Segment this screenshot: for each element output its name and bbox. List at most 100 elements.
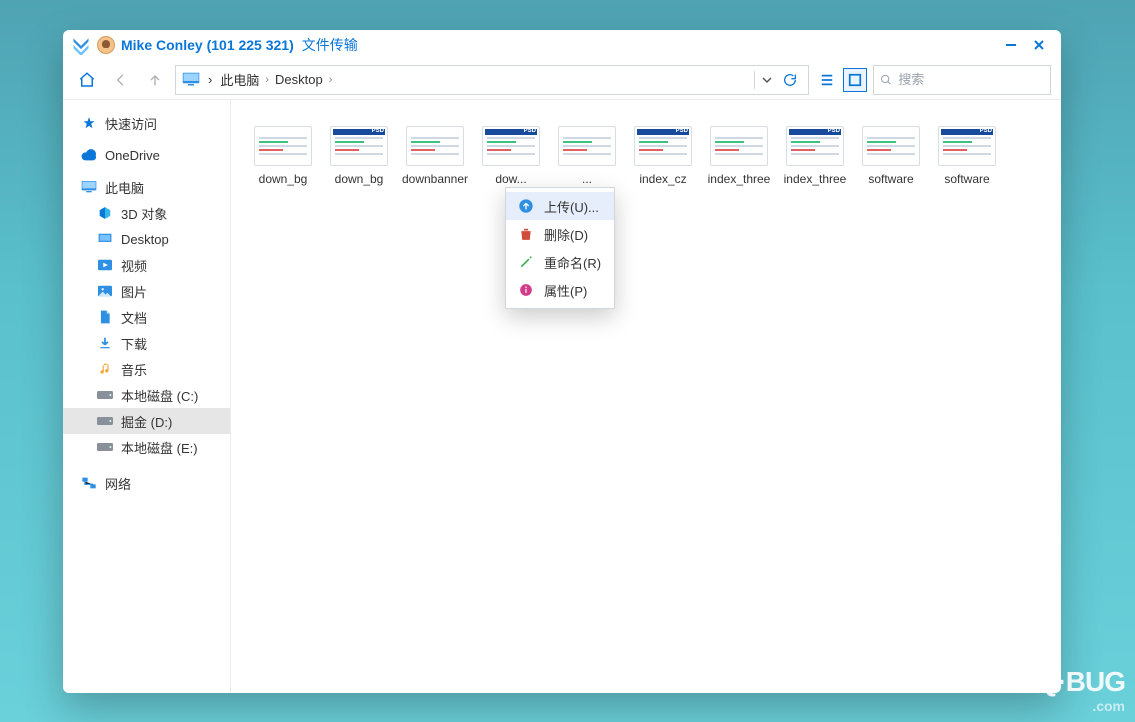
file-name: index_three xyxy=(784,172,847,186)
file-name: index_three xyxy=(708,172,771,186)
psd-badge: PSD xyxy=(828,128,840,134)
view-buttons xyxy=(815,68,867,92)
sidebar-item-drive-c[interactable]: 本地磁盘 (C:) xyxy=(63,382,230,408)
sidebar-item-label: 本地磁盘 (E:) xyxy=(121,438,198,457)
file-name: dow... xyxy=(495,172,526,186)
sidebar-item-downloads[interactable]: 下载 xyxy=(63,330,230,356)
sidebar-item-music[interactable]: 音乐 xyxy=(63,356,230,382)
watermark-sub: .com xyxy=(1037,698,1125,714)
file-item[interactable]: ... xyxy=(549,126,625,186)
file-thumbnail: PSD xyxy=(330,126,388,166)
context-menu-rename[interactable]: 重命名(R) xyxy=(506,248,614,276)
sidebar-item-pictures[interactable]: 图片 xyxy=(63,278,230,304)
info-icon xyxy=(518,282,534,298)
trash-icon xyxy=(518,226,534,242)
file-item[interactable]: PSD software xyxy=(929,126,1005,186)
file-thumbnail: PSD xyxy=(482,126,540,166)
drive-icon xyxy=(97,413,113,429)
chevron-right-icon: › xyxy=(329,74,333,86)
app-window: Mike Conley (101 225 321) 文件传输 › 此电脑 › D… xyxy=(63,30,1061,693)
psd-badge: PSD xyxy=(980,128,992,134)
picture-icon xyxy=(97,283,113,299)
context-menu-delete[interactable]: 删除(D) xyxy=(506,220,614,248)
up-button[interactable] xyxy=(141,66,169,94)
file-item[interactable]: PSD index_cz xyxy=(625,126,701,186)
sidebar-item-label: 掘金 (D:) xyxy=(121,412,172,431)
file-item[interactable]: software xyxy=(853,126,929,186)
sidebar-item-label: 此电脑 xyxy=(105,178,144,197)
sidebar-item-onedrive[interactable]: OneDrive xyxy=(63,142,230,168)
sidebar-item-desktop[interactable]: Desktop xyxy=(63,226,230,252)
file-item[interactable]: down_bg xyxy=(245,126,321,186)
file-thumbnail xyxy=(710,126,768,166)
file-name: down_bg xyxy=(259,172,308,186)
file-name: software xyxy=(944,172,989,186)
view-large-icons-button[interactable] xyxy=(843,68,867,92)
context-menu-label: 上传(U)... xyxy=(544,197,599,216)
sidebar-item-label: 视频 xyxy=(121,256,147,275)
file-item[interactable]: PSD index_three xyxy=(777,126,853,186)
file-thumbnail xyxy=(406,126,464,166)
sidebar-item-label: Desktop xyxy=(121,232,169,247)
context-menu-label: 属性(P) xyxy=(544,281,587,300)
pc-icon xyxy=(81,179,97,195)
close-button[interactable] xyxy=(1025,33,1053,57)
sidebar-item-label: 本地磁盘 (C:) xyxy=(121,386,198,405)
psd-badge: PSD xyxy=(372,128,384,134)
breadcrumb-item[interactable]: Desktop xyxy=(275,72,323,87)
avatar xyxy=(97,36,115,54)
address-bar[interactable]: › 此电脑 › Desktop › xyxy=(175,65,809,95)
window-title: Mike Conley (101 225 321) xyxy=(121,37,294,53)
context-menu-upload[interactable]: 上传(U)... xyxy=(506,192,614,220)
desktop-icon xyxy=(97,231,113,247)
context-menu-properties[interactable]: 属性(P) xyxy=(506,276,614,304)
upload-icon xyxy=(518,198,534,214)
breadcrumb-item[interactable]: 此电脑 xyxy=(220,70,259,89)
breadcrumb: 此电脑 › Desktop › xyxy=(220,70,332,89)
file-item[interactable]: PSD down_bg xyxy=(321,126,397,186)
file-name: downbanner xyxy=(402,172,468,186)
app-icon xyxy=(71,35,91,55)
content-area[interactable]: down_bg PSD down_bg downbanner PSD dow...... P… xyxy=(231,100,1061,693)
sidebar-item-this-pc[interactable]: 此电脑 xyxy=(63,174,230,200)
back-button[interactable] xyxy=(107,66,135,94)
file-grid: down_bg PSD down_bg downbanner PSD dow...... P… xyxy=(245,126,1047,200)
sidebar-item-documents[interactable]: 文档 xyxy=(63,304,230,330)
home-button[interactable] xyxy=(73,66,101,94)
sidebar: 快速访问 OneDrive 此电脑 3D 对象 Desktop xyxy=(63,100,231,693)
address-dropdown[interactable] xyxy=(754,71,772,89)
toolbar: › 此电脑 › Desktop › xyxy=(63,60,1061,100)
pc-icon xyxy=(182,72,200,88)
minimize-button[interactable] xyxy=(997,33,1025,57)
search-box[interactable] xyxy=(873,65,1051,95)
sidebar-item-drive-e[interactable]: 本地磁盘 (E:) xyxy=(63,434,230,460)
sidebar-item-label: 音乐 xyxy=(121,360,147,379)
sidebar-item-videos[interactable]: 视频 xyxy=(63,252,230,278)
drive-icon xyxy=(97,387,113,403)
file-name: index_cz xyxy=(639,172,686,186)
file-item[interactable]: PSD dow... xyxy=(473,126,549,186)
file-name: down_bg xyxy=(335,172,384,186)
chevron-right-icon: › xyxy=(265,74,269,86)
watermark: Q·BUG .com xyxy=(1037,666,1125,714)
view-list-button[interactable] xyxy=(815,68,839,92)
drive-icon xyxy=(97,439,113,455)
file-item[interactable]: index_three xyxy=(701,126,777,186)
refresh-button[interactable] xyxy=(778,68,802,92)
file-item[interactable]: downbanner xyxy=(397,126,473,186)
cloud-icon xyxy=(81,147,97,163)
video-icon xyxy=(97,257,113,273)
sidebar-item-quick-access[interactable]: 快速访问 xyxy=(63,110,230,136)
sidebar-item-label: 图片 xyxy=(121,282,147,301)
sidebar-item-drive-d[interactable]: 掘金 (D:) xyxy=(63,408,230,434)
file-name: software xyxy=(868,172,913,186)
chevron-right-icon: › xyxy=(208,72,212,87)
sidebar-item-network[interactable]: 网络 xyxy=(63,470,230,496)
psd-badge: PSD xyxy=(676,128,688,134)
search-input[interactable] xyxy=(898,72,1044,87)
download-icon xyxy=(97,335,113,351)
sidebar-item-3d-objects[interactable]: 3D 对象 xyxy=(63,200,230,226)
context-menu: 上传(U)... 删除(D) 重命名(R) 属性(P) xyxy=(505,187,615,309)
pencil-icon xyxy=(518,254,534,270)
file-name: ... xyxy=(582,172,592,186)
